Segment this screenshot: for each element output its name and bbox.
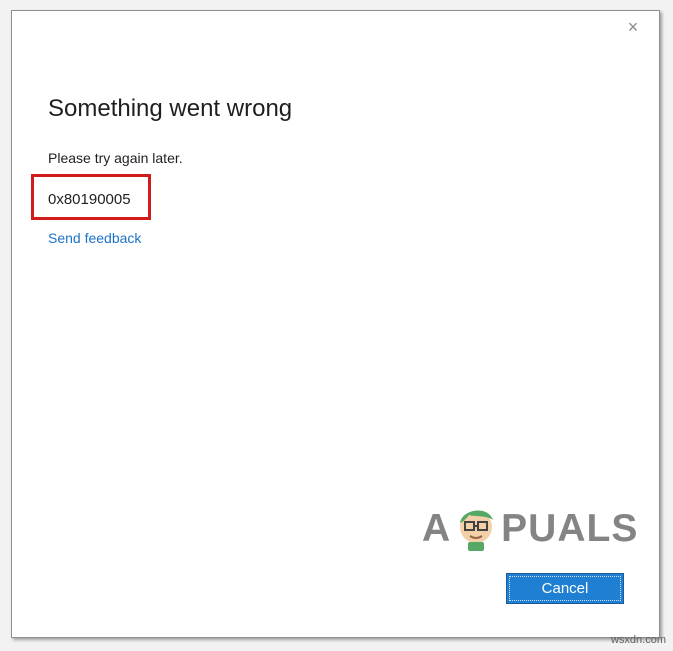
mascot-icon [460,510,494,551]
appuals-watermark: A PUALS [422,503,637,555]
error-message: Please try again later. [48,150,183,166]
dialog-title: Something went wrong [48,95,293,122]
watermark-suffix: PUALS [501,507,639,550]
desktop-background: × Something went wrong Please try again … [0,0,673,651]
cancel-button-label: Cancel [541,580,589,597]
cancel-button[interactable]: Cancel [506,573,624,604]
error-code: 0x80190005 [48,191,131,208]
watermark-prefix: A [422,507,452,550]
corner-watermark: wsxdn.com [610,634,666,646]
send-feedback-link[interactable]: Send feedback [48,230,141,246]
close-icon[interactable]: × [623,17,643,37]
error-dialog: × Something went wrong Please try again … [11,10,660,638]
